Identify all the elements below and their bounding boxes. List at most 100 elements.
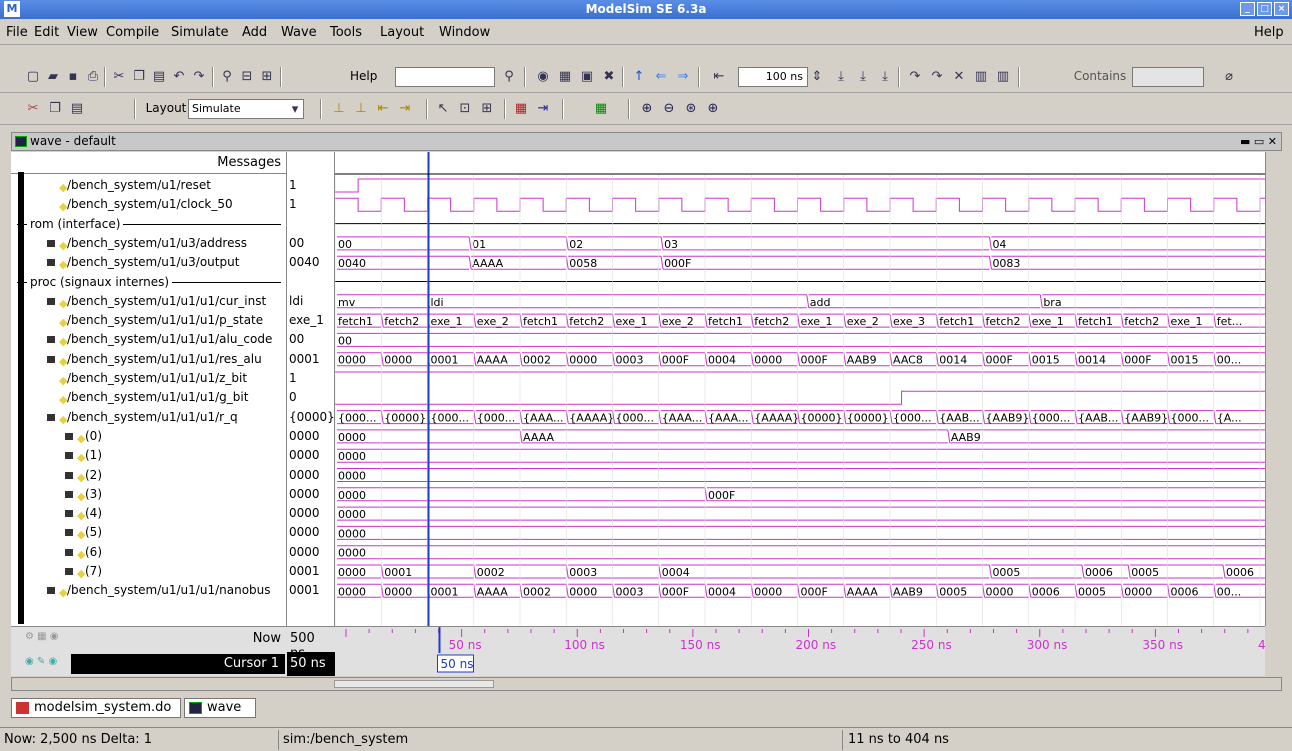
wave-format-icon[interactable]: ▦	[592, 100, 610, 118]
break-icon[interactable]: ✖	[600, 68, 618, 86]
signal-row[interactable]: ◆/bench_system/u1/u1/u1/z_bit	[11, 369, 287, 387]
signal-row[interactable]: ◆/bench_system/u1/u1/u1/nanobus	[11, 581, 287, 599]
help-search-input[interactable]	[395, 67, 495, 87]
signal-row[interactable]: ◆/bench_system/u1/u1/u1/p_state	[11, 311, 287, 329]
copy-icon[interactable]: ❐	[130, 68, 148, 86]
paste-signal-icon[interactable]: ▤	[68, 100, 86, 118]
tab-wave[interactable]: wave	[184, 698, 256, 718]
zoom-cursor-icon[interactable]: ⊕	[704, 100, 722, 118]
expand-icon[interactable]	[65, 568, 73, 575]
expand-icon[interactable]	[65, 510, 73, 518]
menu-window[interactable]: Window	[439, 25, 490, 40]
save-icon[interactable]: ▪	[64, 68, 82, 86]
signal-row[interactable]: ◆/bench_system/u1/u1/u1/r_q	[11, 408, 287, 426]
dataflow-icon[interactable]: ⊞	[478, 100, 496, 118]
forward-icon[interactable]: ⇒	[674, 68, 692, 86]
menu-edit[interactable]: Edit	[34, 25, 59, 40]
insert-cursor-icon[interactable]: ⊥	[330, 100, 348, 118]
signal-row[interactable]: ◆/bench_system/u1/u1/u1/g_bit	[11, 388, 287, 406]
signal-row[interactable]: ◆ (2)	[11, 466, 287, 484]
cut-signal-icon[interactable]: ✂	[24, 100, 42, 118]
paste-icon[interactable]: ▤	[150, 68, 168, 86]
simulate-icon[interactable]: ▣	[578, 68, 596, 86]
prev-transition-icon[interactable]: ⇤	[374, 100, 392, 118]
zoom-mode-icon[interactable]: ⊡	[456, 100, 474, 118]
horizontal-scrollbar[interactable]	[11, 677, 1282, 691]
expand-icon[interactable]	[65, 471, 73, 479]
expand-icon[interactable]	[47, 587, 55, 595]
expand-icon[interactable]	[65, 452, 73, 460]
minimize-button[interactable]: _	[1240, 2, 1255, 16]
contains-input[interactable]	[1132, 67, 1204, 87]
expand-icon[interactable]	[47, 355, 55, 363]
chevron-down-icon[interactable]: ▾	[286, 101, 304, 119]
signal-row[interactable]: ◆/bench_system/u1/u1/u1/res_alu	[11, 350, 287, 368]
signal-row[interactable]: ◆/bench_system/u1/u1/u1/alu_code	[11, 330, 287, 348]
menu-help[interactable]: Help	[1254, 25, 1284, 40]
step-icon[interactable]: ↷	[906, 68, 924, 86]
expand-icon[interactable]	[65, 432, 73, 440]
undo-icon[interactable]: ↶	[170, 68, 188, 86]
menu-file[interactable]: File	[6, 25, 28, 40]
find-signal-icon[interactable]: ▦	[512, 100, 530, 118]
menu-simulate[interactable]: Simulate	[171, 25, 228, 40]
signal-group[interactable]: rom (interface)	[11, 214, 287, 233]
next-transition-icon[interactable]: ⇥	[396, 100, 414, 118]
signal-row[interactable]: ◆/bench_system/u1/reset	[11, 176, 287, 194]
expand-icon[interactable]	[47, 259, 55, 267]
find-icon[interactable]: ⚲	[218, 68, 236, 86]
expand-icon[interactable]	[47, 297, 55, 305]
signal-row[interactable]: ◆ (0)	[11, 427, 287, 445]
zoom-full-icon[interactable]: ⊛	[682, 100, 700, 118]
select-mode-icon[interactable]: ↖	[434, 100, 452, 118]
zoom-out-icon[interactable]: ⊖	[660, 100, 678, 118]
up-arrow-icon[interactable]: ↑	[630, 68, 648, 86]
menu-view[interactable]: View	[67, 25, 98, 40]
expand-icon[interactable]	[47, 239, 55, 247]
menu-tools[interactable]: Tools	[330, 25, 362, 40]
signal-row[interactable]: ◆/bench_system/u1/u3/address	[11, 234, 287, 252]
signal-row[interactable]: ◆/bench_system/u1/clock_50	[11, 195, 287, 213]
signal-row[interactable]: ◆/bench_system/u1/u1/u1/cur_inst	[11, 292, 287, 310]
expand-all-icon[interactable]: ⊞	[258, 68, 276, 86]
waveform-pane[interactable]: 00 01 02 03 04 0040 AAAA 0058 000F 0083 mv ldi add br…	[334, 152, 1267, 626]
menu-layout[interactable]: Layout	[380, 25, 424, 40]
compile-all-icon[interactable]: ▦	[556, 68, 574, 86]
cut-icon[interactable]: ✂	[110, 68, 128, 86]
close-button[interactable]: ×	[1274, 2, 1289, 16]
signal-row[interactable]: ◆ (7)	[11, 562, 287, 580]
signal-row[interactable]: ◆ (5)	[11, 523, 287, 541]
signal-row[interactable]: ◆ (4)	[11, 504, 287, 522]
memory-icon[interactable]: ▥	[994, 68, 1012, 86]
continue-run-icon[interactable]: ⤓	[854, 68, 872, 86]
menu-compile[interactable]: Compile	[106, 25, 159, 40]
signal-row[interactable]: ◆ (6)	[11, 543, 287, 561]
run-length-input[interactable]: 100 ns	[738, 67, 808, 87]
waveform-canvas[interactable]: 00 01 02 03 040040 AAAA 0058 000F 0083mv ldi add br…	[334, 152, 1267, 626]
find-next-icon[interactable]: ⇥	[534, 100, 552, 118]
expand-icon[interactable]	[47, 413, 55, 421]
horizontal-scroll-thumb[interactable]	[334, 680, 494, 688]
signal-row[interactable]: ◆/bench_system/u1/u3/output	[11, 253, 287, 271]
run-all-icon[interactable]: ⤓	[876, 68, 894, 86]
redo-icon[interactable]: ↷	[190, 68, 208, 86]
restart-icon[interactable]: ⇤	[710, 68, 728, 86]
new-file-icon[interactable]: ▢	[24, 68, 42, 86]
run-icon[interactable]: ⤓	[832, 68, 850, 86]
clear-filter-icon[interactable]: ⌀	[1220, 68, 1238, 86]
zoom-in-icon[interactable]: ⊕	[638, 100, 656, 118]
back-icon[interactable]: ⇐	[652, 68, 670, 86]
copy-signal-icon[interactable]: ❐	[46, 100, 64, 118]
expand-icon[interactable]	[65, 490, 73, 498]
window-controls[interactable]: ▬ ▭ ✕	[1240, 133, 1277, 150]
expand-icon[interactable]	[65, 529, 73, 537]
menu-add[interactable]: Add	[242, 25, 267, 40]
expand-icon[interactable]	[47, 336, 55, 344]
collapse-all-icon[interactable]: ⊟	[238, 68, 256, 86]
maximize-button[interactable]: □	[1257, 2, 1272, 16]
expand-icon[interactable]	[65, 548, 73, 556]
vertical-scrollbar[interactable]	[1265, 152, 1282, 626]
help-search-icon[interactable]: ⚲	[500, 68, 518, 86]
signal-row[interactable]: ◆ (3)	[11, 485, 287, 503]
stop-icon[interactable]: ✕	[950, 68, 968, 86]
